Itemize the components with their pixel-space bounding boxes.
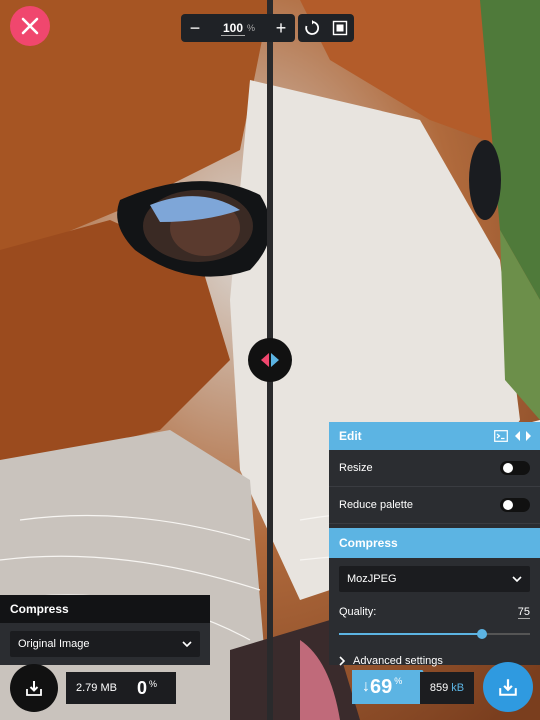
swap-sides-icon[interactable] xyxy=(514,430,532,442)
resize-label: Resize xyxy=(339,462,373,474)
chevron-right-icon xyxy=(339,656,345,666)
edit-header: Edit xyxy=(329,422,540,450)
chevron-down-icon xyxy=(182,641,192,647)
download-icon xyxy=(499,679,517,696)
download-original-button[interactable] xyxy=(10,664,58,712)
quality-row: Quality: 75 xyxy=(329,600,540,619)
edit-title: Edit xyxy=(339,429,362,443)
zoom-out-button[interactable]: − xyxy=(181,14,209,42)
rotate-button[interactable] xyxy=(298,14,326,42)
compressed-size-value: 859 xyxy=(429,682,449,694)
toggle-knob xyxy=(503,463,513,473)
reduce-palette-toggle[interactable] xyxy=(500,498,530,512)
close-icon xyxy=(21,17,39,35)
zoom-number[interactable]: 100 xyxy=(220,21,245,36)
advanced-settings-label: Advanced settings xyxy=(353,655,443,667)
slider-thumb[interactable] xyxy=(477,629,488,639)
toggle-knob xyxy=(503,500,513,510)
original-percent-unit: % xyxy=(148,679,157,689)
download-compressed-button[interactable] xyxy=(483,662,533,712)
codec-value: MozJPEG xyxy=(347,573,397,585)
down-arrow-icon: ↓ xyxy=(362,678,370,695)
quality-slider[interactable] xyxy=(339,627,530,641)
zoom-value[interactable]: 100 % xyxy=(209,14,267,42)
chevron-down-icon xyxy=(512,576,522,582)
compressed-size-unit: kB xyxy=(451,682,465,694)
original-size-info: 2.79 MB 0 % xyxy=(66,672,176,704)
original-compress-header: Compress xyxy=(0,595,210,623)
reduction-percent: 69 xyxy=(370,675,393,698)
reduce-palette-row: Reduce palette xyxy=(329,487,540,524)
reduction-percent-unit: % xyxy=(394,676,403,686)
resize-row: Resize xyxy=(329,450,540,487)
compress-header: Compress xyxy=(329,528,540,558)
original-codec-select[interactable]: Original Image xyxy=(10,631,200,657)
quality-label: Quality: xyxy=(339,606,377,618)
slider-fill xyxy=(339,633,483,635)
rotate-icon xyxy=(305,20,320,35)
zoom-toolbar: − 100 % + xyxy=(181,14,354,42)
original-codec-value: Original Image xyxy=(18,638,90,650)
original-percent: 0 xyxy=(136,677,147,698)
resize-toggle[interactable] xyxy=(500,461,530,475)
terminal-icon[interactable] xyxy=(494,430,508,442)
close-button[interactable] xyxy=(10,6,50,46)
split-handle[interactable] xyxy=(248,338,292,382)
original-size: 2.79 MB xyxy=(76,682,117,694)
zoom-control: − 100 % + xyxy=(181,14,295,42)
zoom-unit: % xyxy=(247,23,256,33)
background-toggle-button[interactable] xyxy=(326,14,354,42)
reduce-palette-label: Reduce palette xyxy=(339,499,413,511)
quality-value[interactable]: 75 xyxy=(517,606,530,619)
split-arrows-icon xyxy=(261,353,279,367)
compressed-size-info: 859 kB xyxy=(420,672,474,704)
view-tools xyxy=(298,14,354,42)
zoom-in-button[interactable]: + xyxy=(267,14,295,42)
original-panel: Compress Original Image xyxy=(0,595,210,665)
codec-select[interactable]: MozJPEG xyxy=(339,566,530,592)
download-icon xyxy=(26,681,42,696)
background-icon xyxy=(332,20,348,36)
edit-panel: Edit Resize Reduce palette Compress MozJ… xyxy=(329,422,540,667)
